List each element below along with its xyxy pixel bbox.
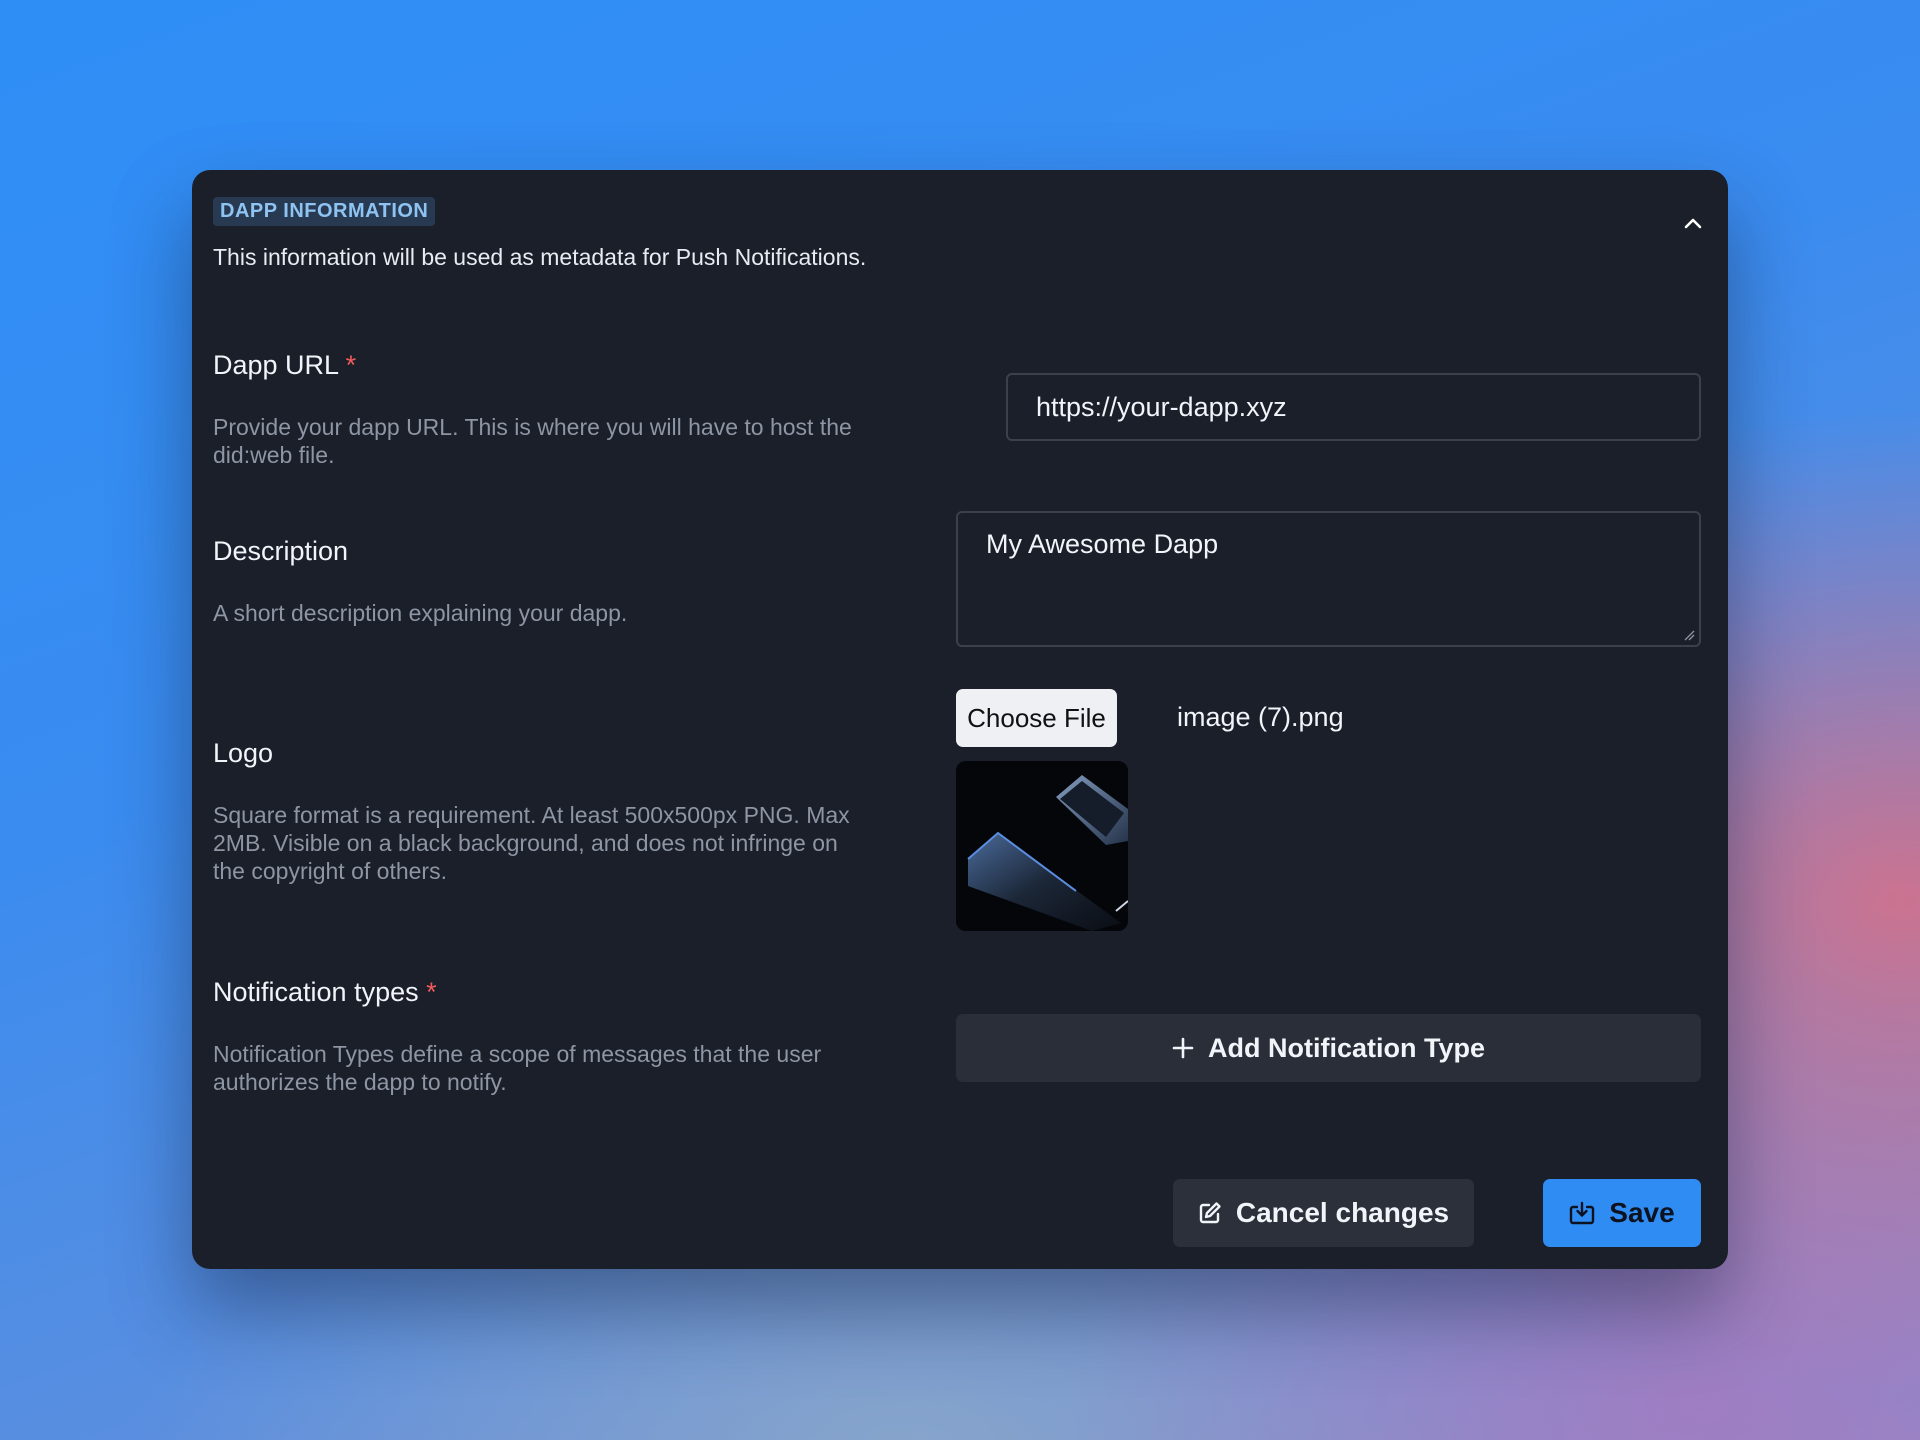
selected-file-name: image (7).png	[1177, 702, 1344, 732]
dapp-url-help: Provide your dapp URL. This is where you…	[213, 414, 852, 468]
dapp-url-input[interactable]: https://your-dapp.xyz	[1006, 373, 1701, 441]
logo-label: Logo	[213, 738, 274, 768]
edit-icon	[1199, 1202, 1221, 1224]
chevron-up-icon[interactable]	[1682, 212, 1704, 234]
cancel-changes-button[interactable]: Cancel changes	[1173, 1179, 1474, 1247]
required-mark: *	[426, 977, 437, 1007]
plus-icon	[1172, 1037, 1194, 1059]
section-tag: DAPP INFORMATION	[213, 197, 436, 226]
notification-types-label: Notification types *	[213, 977, 437, 1007]
logo-preview-image	[956, 761, 1128, 931]
download-save-icon	[1570, 1201, 1595, 1225]
save-button[interactable]: Save	[1543, 1179, 1701, 1247]
resize-grip-icon[interactable]	[1683, 629, 1695, 641]
notification-types-help: Notification Types define a scope of mes…	[213, 1041, 822, 1095]
dapp-url-label: Dapp URL *	[213, 350, 357, 380]
dapp-information-card: DAPP INFORMATION This information will b…	[192, 170, 1728, 1269]
description-label: Description	[213, 536, 349, 566]
description-help: A short description explaining your dapp…	[213, 600, 628, 626]
description-textarea[interactable]: My Awesome Dapp	[956, 511, 1701, 647]
section-subtitle: This information will be used as metadat…	[213, 244, 867, 270]
add-notification-type-button[interactable]: Add Notification Type	[956, 1014, 1701, 1082]
logo-graphic	[956, 761, 1128, 931]
logo-help: Square format is a requirement. At least…	[213, 802, 850, 884]
choose-file-button[interactable]: Choose File	[956, 689, 1117, 747]
required-mark: *	[345, 350, 357, 380]
